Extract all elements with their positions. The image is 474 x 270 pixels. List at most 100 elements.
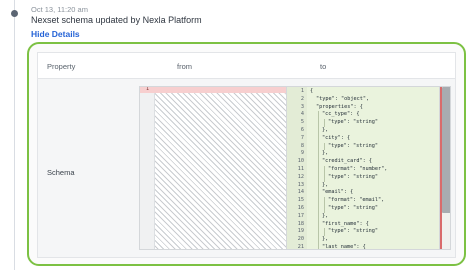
line-number: 11 (297, 166, 304, 172)
indent-guide (318, 150, 319, 159)
line-code: "type": "string" (328, 173, 378, 180)
line-number: 4 (300, 111, 304, 118)
line-number: 7 (300, 134, 304, 141)
indent-guide (318, 236, 319, 244)
indent-guide (318, 166, 319, 174)
code-line: 11 "format": "number", (287, 166, 437, 174)
indent-guide (318, 220, 319, 229)
line-code: "city": { (322, 134, 351, 141)
line-code: "type": "string" (328, 142, 378, 149)
indent-guide (324, 205, 325, 213)
code-line: 8 "type": "string" (287, 142, 437, 151)
column-header-from: from (177, 62, 192, 71)
line-number: 3 (300, 103, 304, 110)
indent-guide (318, 189, 319, 198)
indent-guide (318, 142, 319, 151)
timeline-line (14, 0, 15, 270)
line-code: "email": { (322, 189, 354, 196)
line-number: 21 (297, 244, 304, 250)
line-number: 18 (297, 220, 304, 227)
line-code: "properties": { (316, 103, 363, 110)
code-line: 19 "type": "string" (287, 228, 437, 237)
code-line: 10 "credit_card": { (287, 158, 437, 166)
code-line: 5 "type": "string" (287, 119, 437, 127)
table-row: Schema 1 1{2 "type": "object", 3 "proper… (38, 79, 455, 257)
hide-details-link[interactable]: Hide Details (31, 29, 80, 39)
code-line: 4 "cc_type": { (287, 111, 437, 120)
removed-line-number: 1 (146, 86, 150, 92)
indent-guide (318, 127, 319, 135)
line-code: "first_name": { (322, 220, 369, 227)
column-header-to: to (320, 62, 327, 71)
line-code: }, (322, 181, 329, 188)
code-line: 14 "email": { (287, 189, 437, 198)
schema-diff-viewer[interactable]: 1 1{2 "type": "object", 3 "properties": { 4 "… (139, 86, 451, 250)
line-code: "format": "number", (328, 166, 388, 172)
indent-guide (324, 166, 325, 174)
property-name: Schema (47, 168, 75, 177)
line-number: 2 (300, 95, 304, 102)
from-gutter (140, 87, 155, 249)
line-code: }, (322, 150, 329, 157)
code-line: 1{ (287, 88, 437, 96)
empty-hatch-area (155, 93, 286, 249)
indent-guide (324, 197, 325, 205)
line-number: 12 (297, 173, 304, 180)
scrollbar-thumb[interactable] (442, 87, 450, 213)
code-line: 17}, (287, 212, 437, 221)
diff-pane-to: 1{2 "type": "object", 3 "properties": { 4 "cc… (287, 87, 450, 250)
line-number: 10 (297, 158, 304, 165)
event-title: Nexset schema updated by Nexla Platform (31, 15, 202, 25)
line-code: }, (322, 212, 329, 219)
line-number: 6 (300, 127, 304, 133)
indent-guide (318, 244, 319, 249)
details-card: Property from to Schema 1 1 {2 "type": … (27, 42, 466, 266)
line-number: 15 (297, 197, 304, 204)
code-line: 21 "last_name": { (287, 244, 437, 250)
line-code: "format": "email", (328, 197, 385, 204)
indent-guide (324, 142, 325, 151)
indent-guide (318, 205, 319, 213)
indent-guide (318, 111, 319, 120)
code-line: 7 "city": { (287, 134, 437, 143)
code-line: 9}, (287, 150, 437, 159)
code-line: 13}, (287, 181, 437, 190)
indent-guide (324, 173, 325, 182)
line-number: 20 (297, 236, 304, 243)
line-number: 14 (297, 189, 304, 196)
line-number: 9 (300, 150, 304, 157)
line-number: 5 (300, 119, 304, 126)
line-code: "cc_type": { (322, 111, 360, 118)
line-code: "type": "object", (316, 95, 370, 102)
code-line: 16 "type": "string" (287, 205, 437, 213)
diff-scrollbar[interactable] (439, 87, 450, 249)
line-code: { (310, 88, 314, 94)
code-line: 2 "type": "object", (287, 96, 437, 104)
line-code: "type": "string" (328, 228, 378, 235)
indent-guide (318, 158, 319, 166)
indent-guide (318, 119, 319, 127)
code-line: 20}, (287, 236, 437, 244)
line-number: 17 (297, 212, 304, 219)
line-number: 16 (297, 205, 304, 211)
code-line: 6}, (287, 127, 437, 135)
indent-guide (318, 173, 319, 182)
line-code: "credit_card": { (322, 158, 372, 165)
timeline-dot (11, 10, 18, 17)
indent-guide (318, 134, 319, 143)
indent-guide (318, 228, 319, 237)
line-number: 19 (297, 228, 304, 235)
column-header-property: Property (47, 62, 76, 71)
code-line: 15 "format": "email", (287, 197, 437, 205)
removed-line: 1 (140, 87, 286, 93)
line-number: 13 (297, 181, 304, 188)
indent-guide (318, 181, 319, 190)
table-header: Property from to (38, 53, 455, 79)
indent-guide (318, 212, 319, 221)
line-code: "type": "string" (328, 119, 378, 126)
indent-guide (324, 119, 325, 127)
indent-guide (318, 197, 319, 205)
line-code: }, (322, 127, 329, 133)
indent-guide (324, 228, 325, 237)
changes-table: Property from to Schema 1 1 {2 "type": … (37, 52, 456, 258)
